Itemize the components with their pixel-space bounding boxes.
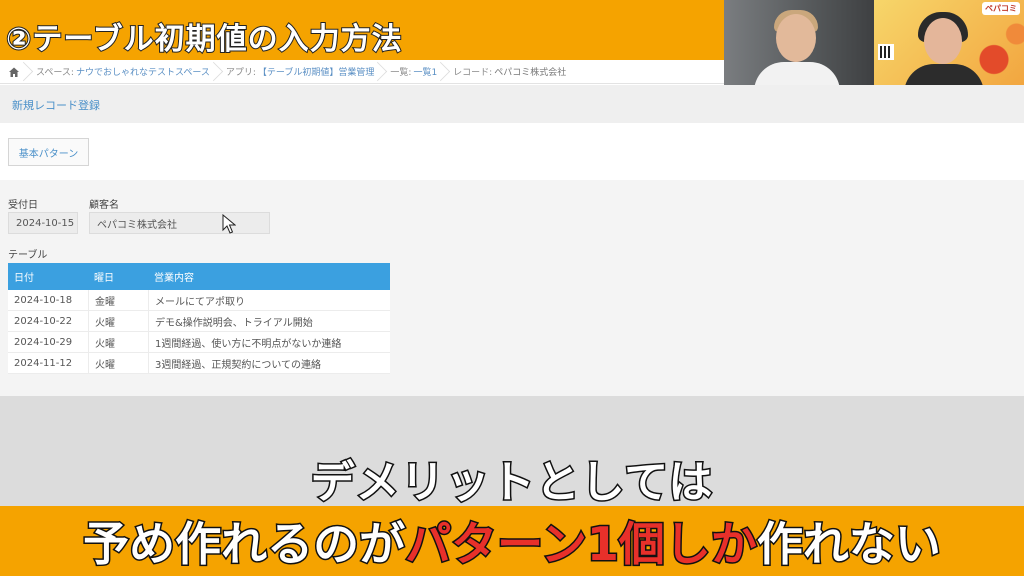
subtitle-part-white-end: 作れない: [755, 516, 942, 573]
cell-date[interactable]: 2024-10-22: [8, 316, 88, 327]
pattern-button[interactable]: 基本パターン: [8, 138, 89, 166]
table-label: テーブル: [8, 250, 48, 261]
cell-weekday[interactable]: 金曜: [88, 290, 148, 310]
cell-weekday[interactable]: 火曜: [88, 332, 148, 352]
breadcrumb-home[interactable]: [0, 60, 28, 84]
table-row: 2024-10-18 金曜 メールにてアポ取り: [8, 290, 390, 311]
cell-activity[interactable]: デモ&操作説明会、トライアル開始: [148, 311, 390, 331]
header-date: 日付: [14, 273, 34, 284]
table-row: 2024-10-22 火曜 デモ&操作説明会、トライアル開始: [8, 311, 390, 332]
breadcrumb-view[interactable]: 一覧: 一覧1: [382, 60, 445, 84]
customer-label: 顧客名: [89, 200, 119, 211]
date-field[interactable]: 2024-10-15: [8, 212, 78, 234]
channel-logo: ペパコミ: [982, 2, 1020, 15]
qr-code-icon: [878, 44, 894, 60]
subtitle-line-2: 予め作れるのがパターン1個しか作れない: [0, 508, 1024, 574]
webcam-right: ペパコミ: [874, 0, 1024, 85]
page-title: 新規レコード登録: [12, 99, 100, 112]
header-activity: 営業内容: [154, 273, 194, 284]
webcam-left: [724, 0, 874, 85]
page-header: [0, 85, 1024, 123]
cell-activity[interactable]: メールにてアポ取り: [148, 290, 390, 310]
cell-activity[interactable]: 1週間経過、使い方に不明点がないか連絡: [148, 332, 390, 352]
subtitle-line-1: デメリットとしては: [309, 456, 714, 510]
table-row: 2024-10-29 火曜 1週間経過、使い方に不明点がないか連絡: [8, 332, 390, 353]
cell-weekday[interactable]: 火曜: [88, 353, 148, 373]
subtitle-part-white: 予め作れるのが: [82, 516, 407, 573]
banner-title: ②テーブル初期値の入力方法: [5, 21, 403, 58]
cell-date[interactable]: 2024-10-29: [8, 337, 88, 348]
customer-field[interactable]: ペパコミ株式会社: [89, 212, 270, 234]
table-header: 日付 曜日 営業内容: [8, 263, 390, 290]
subtable: 日付 曜日 営業内容 2024-10-18 金曜 メールにてアポ取り 2024-…: [8, 263, 390, 374]
breadcrumb-app[interactable]: アプリ: 【テーブル初期値】営業管理: [218, 60, 383, 84]
header-weekday: 曜日: [94, 273, 114, 284]
breadcrumb-record: レコード: ペパコミ株式会社: [453, 68, 567, 78]
cell-weekday[interactable]: 火曜: [88, 311, 148, 331]
table-row: 2024-11-12 火曜 3週間経過、正規契約についての連絡: [8, 353, 390, 374]
title-banner: ②テーブル初期値の入力方法: [0, 0, 724, 60]
cell-date[interactable]: 2024-11-12: [8, 358, 88, 369]
breadcrumb: スペース: ナウでおしゃれなテストスペース アプリ: 【テーブル初期値】営業管理…: [0, 60, 724, 84]
mouse-cursor-icon: [222, 214, 236, 234]
subtitle-part-red: パターン1個しか: [404, 516, 759, 573]
breadcrumb-space[interactable]: スペース: ナウでおしゃれなテストスペース: [28, 60, 218, 84]
home-icon: [9, 67, 19, 77]
cell-date[interactable]: 2024-10-18: [8, 295, 88, 306]
date-label: 受付日: [8, 200, 38, 211]
cell-activity[interactable]: 3週間経過、正規契約についての連絡: [148, 353, 390, 373]
